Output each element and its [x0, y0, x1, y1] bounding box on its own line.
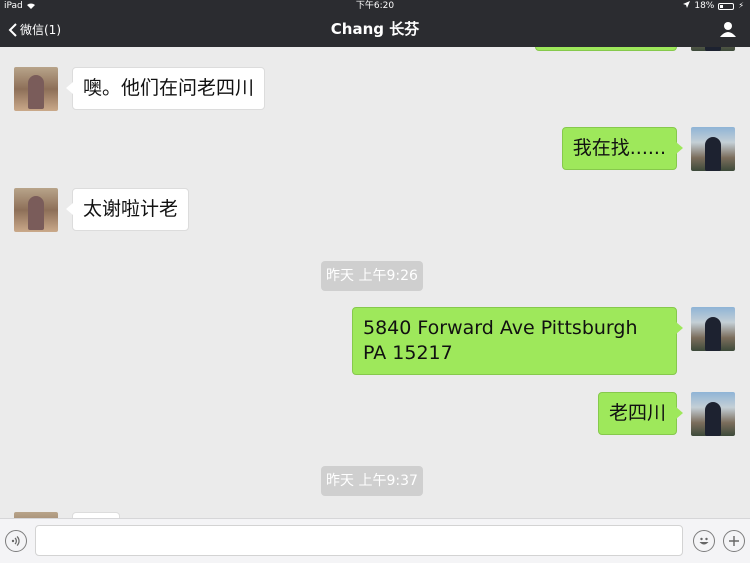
avatar-self[interactable]: [691, 47, 735, 51]
avatar-self[interactable]: [691, 307, 735, 351]
message-bubble-out[interactable]: 我在找......: [561, 127, 684, 170]
status-time: 下午6:20: [355, 1, 395, 11]
message-bubble-out[interactable]: 5840 Forward Ave Pittsburgh PA 15217: [352, 307, 683, 375]
voice-icon: [11, 536, 20, 546]
chat-area[interactable]: 噢。他们在问老四川 我在找...... 太谢啦计老 昨天 上午9:26 5840…: [0, 47, 750, 518]
message-bubble-out-partial[interactable]: [535, 47, 677, 51]
emoji-button[interactable]: [693, 530, 715, 552]
contact-profile-button[interactable]: [720, 21, 736, 37]
message-bubble-out[interactable]: 老四川: [597, 392, 684, 435]
status-right: 18% ⚡: [683, 0, 744, 12]
status-bar: iPad 下午6:20 18% ⚡: [0, 0, 750, 12]
avatar-self[interactable]: [691, 392, 735, 436]
person-icon: [720, 22, 736, 37]
nav-bar: 微信(1) Chang 长芬: [0, 12, 750, 47]
voice-toggle-button[interactable]: [5, 530, 27, 552]
location-arrow-icon: [683, 0, 691, 12]
plus-icon: [729, 536, 739, 546]
avatar-contact[interactable]: [14, 67, 58, 111]
message-timestamp: 昨天 上午9:37: [321, 466, 423, 496]
more-button[interactable]: [723, 530, 745, 552]
message-bubble-in[interactable]: 太谢啦计老: [65, 188, 190, 231]
message-input[interactable]: [35, 525, 683, 556]
avatar-self[interactable]: [691, 127, 735, 171]
chat-title: Chang 长芬: [330, 20, 420, 38]
smiley-icon: [699, 537, 709, 545]
charging-icon: ⚡: [738, 1, 744, 10]
avatar-contact[interactable]: [14, 188, 58, 232]
battery-icon: [718, 2, 735, 10]
battery-percent: 18%: [694, 1, 715, 11]
input-bar: [0, 518, 750, 563]
message-bubble-in[interactable]: 噢。他们在问老四川: [65, 67, 266, 110]
message-timestamp: 昨天 上午9:26: [321, 261, 423, 291]
